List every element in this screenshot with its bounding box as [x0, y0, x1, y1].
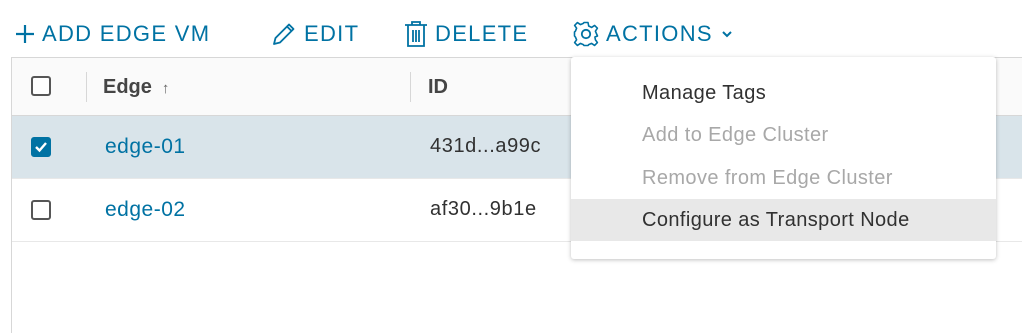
column-divider — [86, 72, 87, 102]
actions-button[interactable]: ACTIONS — [572, 14, 733, 54]
edit-button[interactable]: EDIT — [270, 14, 359, 54]
sort-ascending-icon: ↑ — [161, 80, 170, 97]
column-header-edge[interactable]: Edge ↑ — [103, 76, 169, 99]
delete-label: DELETE — [435, 21, 529, 46]
row-checkbox[interactable] — [31, 137, 51, 157]
edge-id: 431d...a99c — [430, 135, 542, 157]
toolbar: ADD EDGE VM EDIT DELETE ACTIONS — [0, 0, 1022, 58]
select-all-checkbox[interactable] — [31, 76, 51, 96]
pencil-icon — [270, 20, 298, 48]
menu-item-configure-transport-node[interactable]: Configure as Transport Node — [571, 199, 996, 241]
column-divider — [410, 72, 411, 102]
gear-icon — [572, 20, 600, 48]
chevron-down-icon — [721, 29, 733, 39]
column-header-id[interactable]: ID — [428, 76, 448, 99]
menu-item-remove-from-edge-cluster: Remove from Edge Cluster — [642, 167, 893, 189]
row-checkbox[interactable] — [31, 200, 51, 220]
column-header-edge-label: Edge — [103, 76, 152, 98]
plus-icon — [14, 23, 36, 45]
edit-label: EDIT — [304, 21, 360, 46]
actions-dropdown-menu: Manage Tags Add to Edge Cluster Remove f… — [571, 57, 996, 259]
actions-label: ACTIONS — [606, 21, 713, 46]
add-edge-vm-button[interactable]: ADD EDGE VM — [14, 14, 210, 54]
delete-button[interactable]: DELETE — [403, 14, 528, 54]
edge-name-link[interactable]: edge-02 — [105, 198, 186, 222]
edge-name-link[interactable]: edge-01 — [105, 135, 186, 159]
menu-item-manage-tags[interactable]: Manage Tags — [571, 72, 996, 114]
menu-item-add-to-edge-cluster: Add to Edge Cluster — [642, 124, 829, 146]
add-edge-vm-label: ADD EDGE VM — [42, 21, 211, 46]
trash-icon — [403, 20, 429, 48]
edge-id: af30...9b1e — [430, 198, 537, 220]
